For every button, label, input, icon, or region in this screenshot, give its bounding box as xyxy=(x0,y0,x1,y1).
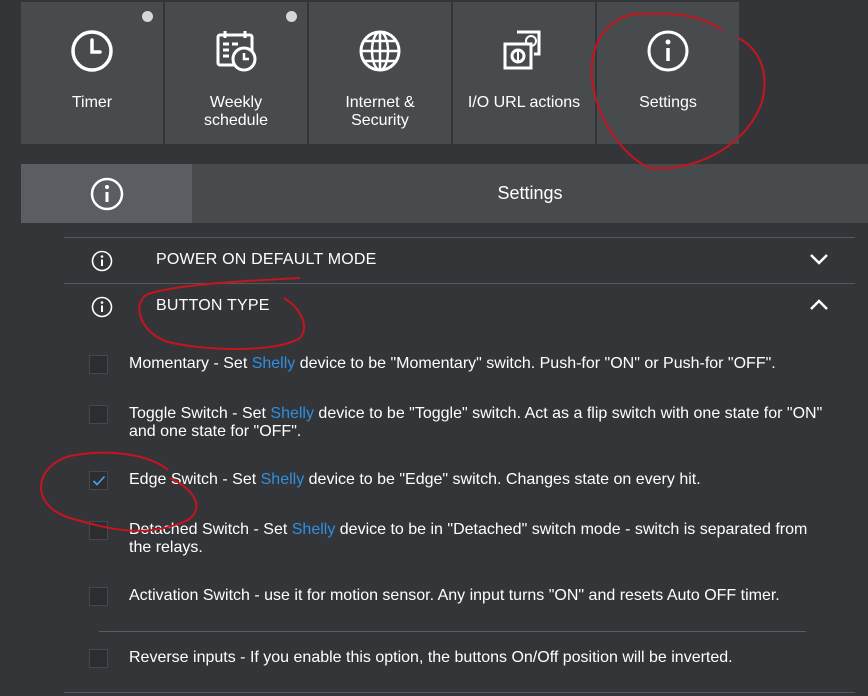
info-icon xyxy=(90,177,124,211)
shelly-link[interactable]: Shelly xyxy=(292,521,336,538)
info-icon xyxy=(91,250,113,272)
nav-label: I/O URL actions xyxy=(467,94,581,111)
nav-tile-timer[interactable]: Timer xyxy=(21,2,163,144)
option-label: Toggle Switch - Set Shelly device to be … xyxy=(129,405,823,440)
nav-label: Timer xyxy=(71,94,113,111)
section-power-on-default-mode[interactable]: POWER ON DEFAULT MODE xyxy=(64,237,855,284)
option-label: Reverse inputs - If you enable this opti… xyxy=(129,649,733,666)
io-url-icon xyxy=(503,30,541,70)
globe-icon xyxy=(359,30,401,72)
option-label: Detached Switch - Set Shelly device to b… xyxy=(129,521,808,556)
toggle-switch-checkbox[interactable] xyxy=(89,405,108,424)
divider xyxy=(99,631,806,632)
chevron-down-icon[interactable] xyxy=(809,252,829,266)
checkmark-icon xyxy=(92,475,106,486)
shelly-link[interactable]: Shelly xyxy=(252,355,296,372)
section-title: BUTTON TYPE xyxy=(156,297,270,314)
divider xyxy=(64,692,855,693)
info-icon xyxy=(91,296,113,318)
nav-label: Settings xyxy=(639,94,697,111)
nav-tile-internet-security[interactable]: Internet & Security xyxy=(309,2,451,144)
shelly-link[interactable]: Shelly xyxy=(270,405,314,422)
nav-tile-settings[interactable]: Settings xyxy=(597,2,739,144)
nav-label: Internet & Security xyxy=(345,94,415,129)
edge-switch-circle-annotation xyxy=(40,451,198,532)
panel-title: Settings xyxy=(497,183,563,203)
activation-switch-checkbox[interactable] xyxy=(89,587,108,606)
option-label: Activation Switch - use it for motion se… xyxy=(129,587,780,604)
option-label: Edge Switch - Set Shelly device to be "E… xyxy=(129,471,701,488)
nav-tile-weekly-schedule[interactable]: Weekly schedule xyxy=(165,2,307,144)
reverse-inputs-checkbox[interactable] xyxy=(89,649,108,668)
nav-label: Weekly schedule xyxy=(203,94,269,129)
option-label: Momentary - Set Shelly device to be "Mom… xyxy=(129,355,776,372)
section-title: POWER ON DEFAULT MODE xyxy=(156,251,377,268)
settings-panel-header: Settings xyxy=(21,164,868,223)
clock-icon xyxy=(71,30,113,72)
edge-switch-checkbox[interactable] xyxy=(89,471,108,490)
info-icon xyxy=(647,30,689,72)
section-button-type[interactable]: BUTTON TYPE xyxy=(64,283,855,330)
nav-tile-io-url-actions[interactable]: I/O URL actions xyxy=(453,2,595,144)
notification-dot xyxy=(286,11,297,22)
calendar-icon xyxy=(216,31,257,72)
shelly-link[interactable]: Shelly xyxy=(261,471,305,488)
notification-dot xyxy=(142,11,153,22)
chevron-up-icon[interactable] xyxy=(809,298,829,312)
panel-icon-tab[interactable] xyxy=(21,164,192,223)
detached-switch-checkbox[interactable] xyxy=(89,521,108,540)
momentary-checkbox[interactable] xyxy=(89,355,108,374)
